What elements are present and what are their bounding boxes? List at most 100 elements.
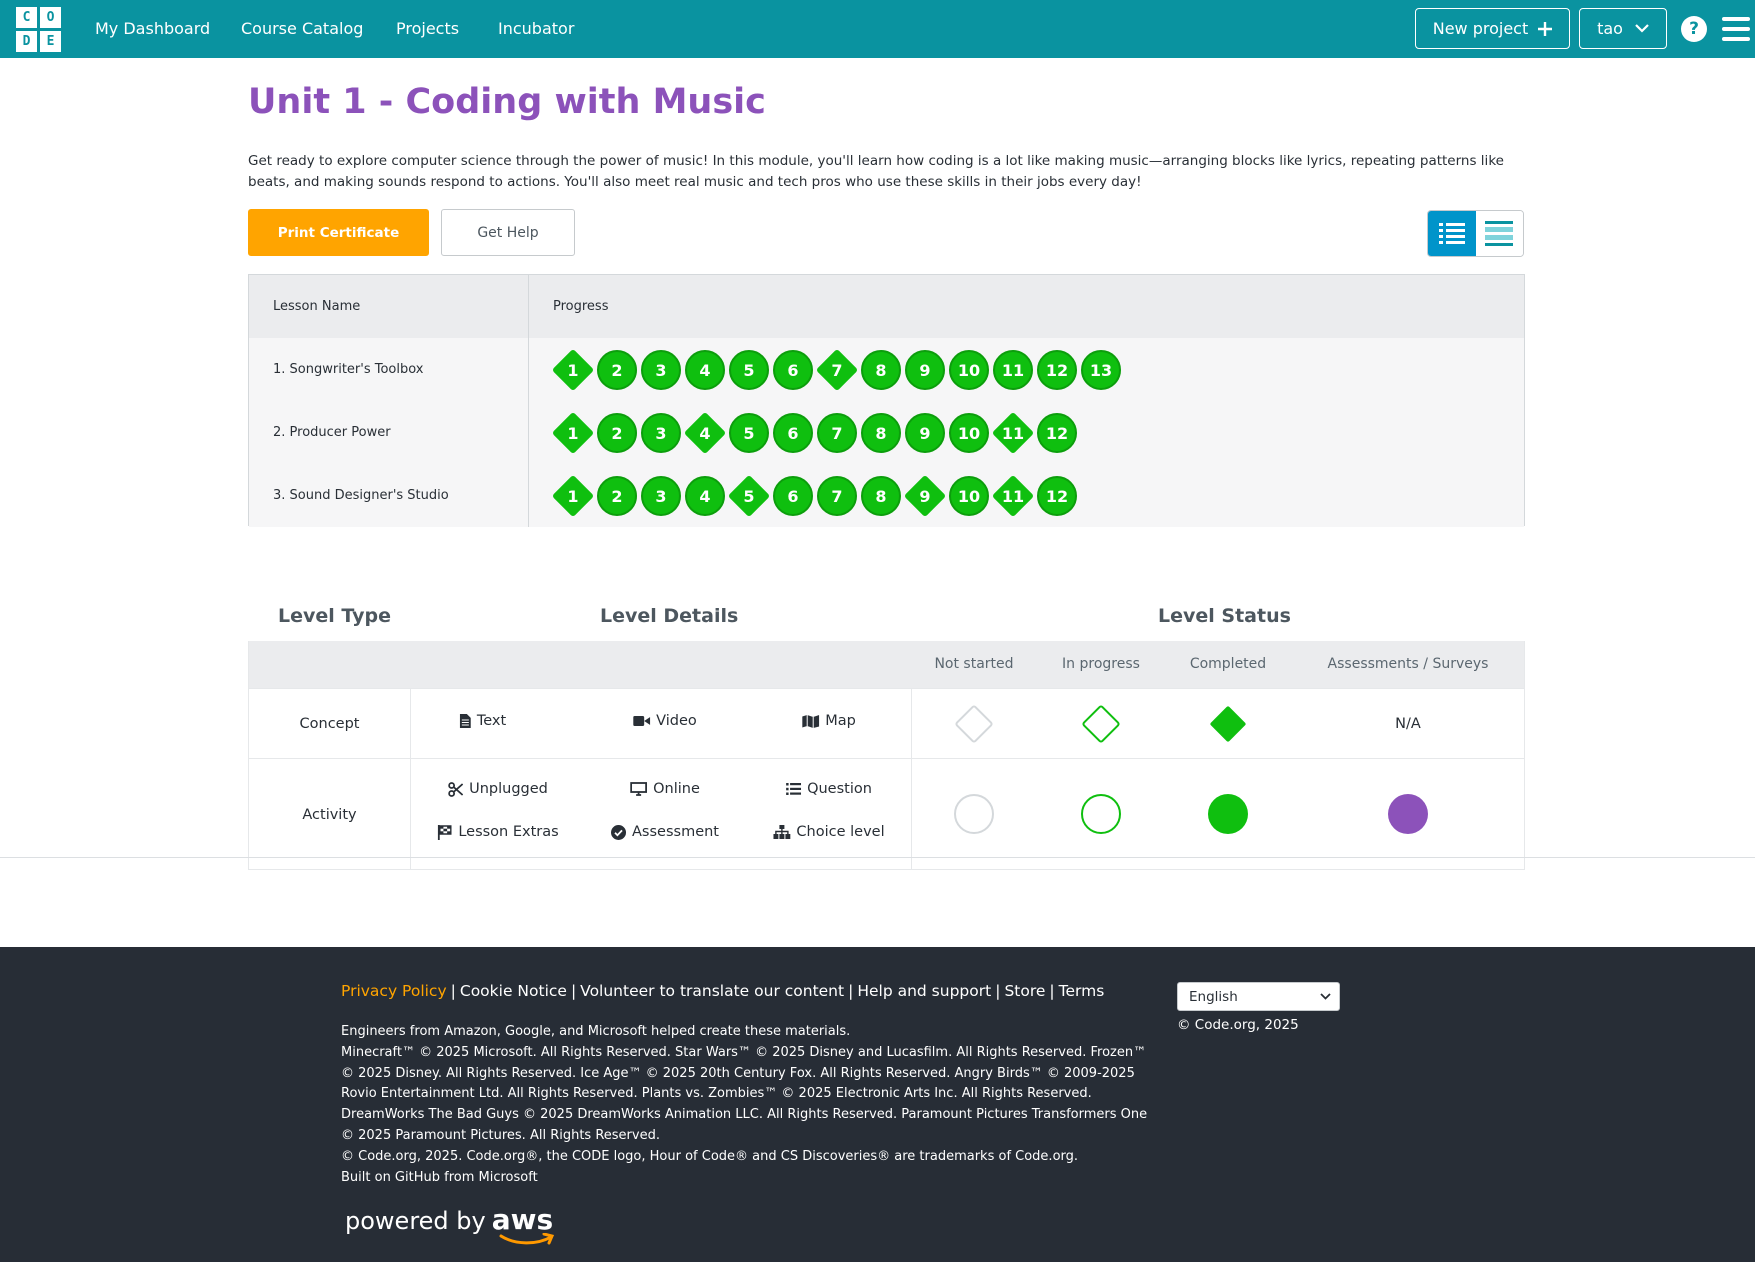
level-bubble[interactable]: 9: [905, 350, 945, 390]
footer-legal-text: Engineers from Amazon, Google, and Micro…: [341, 1022, 1161, 1188]
level-number: 3: [655, 486, 667, 506]
level-bubble[interactable]: 1: [551, 411, 595, 455]
lesson-name-header: Lesson Name: [249, 275, 529, 338]
level-bubble[interactable]: 4: [683, 411, 727, 455]
status-header-assessments: Assessments / Surveys: [1327, 656, 1489, 672]
level-bubble[interactable]: 8: [861, 476, 901, 516]
level-bubble[interactable]: 3: [641, 476, 681, 516]
language-selected-value: English: [1189, 988, 1238, 1005]
level-bubble[interactable]: 6: [773, 350, 813, 390]
level-bubble[interactable]: 13: [1081, 350, 1121, 390]
level-bubble[interactable]: 9: [905, 413, 945, 453]
level-bubble[interactable]: 12: [1037, 413, 1077, 453]
level-bubble[interactable]: 6: [773, 413, 813, 453]
level-bubble[interactable]: 5: [729, 350, 769, 390]
level-number: 10: [957, 423, 981, 443]
detail-question: Question: [786, 781, 872, 797]
footer-link-volunteer-translate[interactable]: Volunteer to translate our content: [580, 982, 844, 1000]
level-bubble[interactable]: 1: [551, 348, 595, 392]
level-bubble[interactable]: 3: [641, 413, 681, 453]
level-bubble[interactable]: 12: [1037, 350, 1077, 390]
new-project-button[interactable]: New project: [1415, 8, 1570, 49]
get-help-button[interactable]: Get Help: [441, 209, 575, 256]
lesson-name[interactable]: 2. Producer Power: [249, 401, 529, 464]
document-icon: [459, 714, 471, 728]
lesson-name[interactable]: 1. Songwriter's Toolbox: [249, 338, 529, 401]
footer-separator: |: [570, 982, 577, 1000]
level-type-heading: Level Type: [278, 605, 391, 627]
level-bubble[interactable]: 2: [597, 413, 637, 453]
level-bubble[interactable]: 7: [815, 348, 859, 392]
user-menu-button[interactable]: tao: [1579, 8, 1667, 49]
activity-label: Activity: [249, 759, 411, 870]
level-bubble[interactable]: 10: [949, 476, 989, 516]
summary-view-button[interactable]: [1475, 211, 1523, 256]
level-number: 7: [831, 486, 843, 506]
language-select[interactable]: English: [1177, 982, 1340, 1011]
nav-my-dashboard[interactable]: My Dashboard: [95, 0, 210, 58]
level-bubble[interactable]: 11: [993, 350, 1033, 390]
level-bubble[interactable]: 11: [991, 411, 1035, 455]
detail-lesson-extras-label: Lesson Extras: [458, 824, 559, 840]
level-bubble[interactable]: 9: [903, 474, 947, 518]
level-bubble[interactable]: 10: [949, 350, 989, 390]
footer-separator: |: [995, 982, 1001, 1000]
user-name: tao: [1597, 19, 1623, 38]
nav-projects[interactable]: Projects: [396, 0, 459, 58]
level-bubble[interactable]: 6: [773, 476, 813, 516]
video-camera-icon: [633, 716, 651, 726]
footer-link-store[interactable]: Store: [1004, 982, 1045, 1000]
print-certificate-button[interactable]: Print Certificate: [248, 209, 429, 256]
level-bubble[interactable]: 5: [729, 413, 769, 453]
lesson-name[interactable]: 3. Sound Designer's Studio: [249, 464, 529, 527]
level-number: 4: [699, 360, 711, 380]
level-number: 12: [1045, 423, 1069, 443]
status-header-completed: Completed: [1189, 656, 1267, 672]
level-bubble[interactable]: 8: [861, 350, 901, 390]
level-bubble[interactable]: 12: [1037, 476, 1077, 516]
detail-map: Map: [802, 713, 856, 729]
footer-codeorg-trademark-line: © Code.org, 2025. Code.org®, the CODE lo…: [341, 1148, 1079, 1164]
level-bubble[interactable]: 2: [597, 350, 637, 390]
detail-view-button[interactable]: [1428, 211, 1476, 256]
footer-link-terms[interactable]: Terms: [1059, 982, 1105, 1000]
level-number: 8: [875, 423, 887, 443]
hamburger-menu-icon[interactable]: [1722, 17, 1750, 41]
level-number: 4: [699, 486, 711, 506]
level-bubble[interactable]: 7: [817, 413, 857, 453]
footer-link-cookie-notice[interactable]: Cookie Notice: [460, 982, 567, 1000]
level-bubble[interactable]: 4: [685, 476, 725, 516]
detail-unplugged-label: Unplugged: [469, 781, 548, 797]
level-number: 9: [919, 423, 931, 443]
footer-link-privacy-policy[interactable]: Privacy Policy: [341, 982, 447, 1000]
chevron-down-icon: [1635, 24, 1649, 33]
column-divider: [911, 759, 912, 870]
aws-text: aws: [491, 1203, 554, 1236]
level-bubble[interactable]: 8: [861, 413, 901, 453]
logo-letter: O: [40, 7, 61, 28]
lesson-progress-bubbles: 1 2 3 4 5 6 7 8 9 10 11 12: [529, 401, 1524, 464]
level-bubble[interactable]: 11: [991, 474, 1035, 518]
powered-by-aws-logo[interactable]: powered by aws: [345, 1203, 555, 1245]
view-toggle: [1427, 210, 1524, 257]
footer-link-help-support[interactable]: Help and support: [857, 982, 991, 1000]
level-number: 5: [743, 423, 755, 443]
lesson-row: 3. Sound Designer's Studio 1 2 3 4 5 6 7 8 9 10 11…: [249, 464, 1524, 527]
help-icon[interactable]: ?: [1681, 16, 1707, 42]
page-fold-divider: [0, 857, 1755, 858]
level-bubble[interactable]: 10: [949, 413, 989, 453]
status-header-in-progress: In progress: [1062, 656, 1140, 672]
page-title: Unit 1 - Coding with Music: [248, 82, 766, 122]
level-bubble[interactable]: 5: [727, 474, 771, 518]
level-bubble[interactable]: 2: [597, 476, 637, 516]
level-bubble[interactable]: 4: [685, 350, 725, 390]
help-icon-glyph: ?: [1689, 19, 1699, 39]
level-bubble[interactable]: 7: [817, 476, 857, 516]
nav-incubator[interactable]: Incubator: [498, 0, 574, 58]
nav-course-catalog[interactable]: Course Catalog: [241, 0, 363, 58]
code-org-logo[interactable]: C O D E: [16, 7, 61, 52]
level-bubble[interactable]: 3: [641, 350, 681, 390]
check-circle-icon: [611, 824, 627, 840]
level-number: 4: [699, 423, 711, 443]
level-bubble[interactable]: 1: [551, 474, 595, 518]
